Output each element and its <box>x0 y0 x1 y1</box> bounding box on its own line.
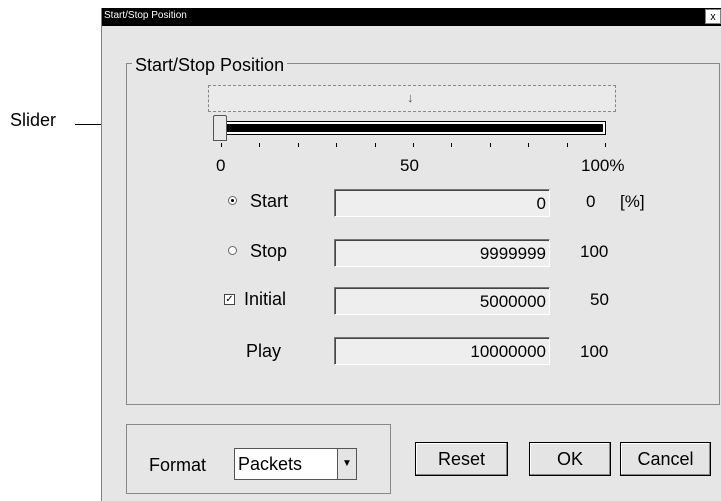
slider-tick <box>528 143 529 147</box>
window-title: Start/Stop Position <box>104 10 187 21</box>
dialog-window: Start/Stop Position x Start/Stop Positio… <box>101 8 721 501</box>
start-label: Start <box>250 191 289 211</box>
initial-label: Initial <box>244 289 287 309</box>
slider-callout-label: Slider <box>10 110 57 130</box>
initial-value-field[interactable]: 5000000 <box>334 287 550 315</box>
initial-checkbox[interactable]: ✓ <box>224 294 235 305</box>
scale-label-mid: 50 <box>400 156 419 175</box>
slider-tick <box>298 143 299 147</box>
slider-tick <box>259 143 260 147</box>
start-percent: 0 <box>586 192 596 211</box>
slider-tick <box>336 143 337 147</box>
scale-label-max: 100% <box>581 156 625 175</box>
format-label: Format <box>149 455 207 475</box>
ok-button[interactable]: OK <box>529 442 611 476</box>
play-percent: 100 <box>580 342 609 361</box>
close-icon[interactable]: x <box>705 9 721 24</box>
slider-tick <box>375 143 376 147</box>
cancel-button[interactable]: Cancel <box>620 442 711 476</box>
stop-value-field[interactable]: 9999999 <box>334 239 550 267</box>
scale-label-min: 0 <box>216 156 226 175</box>
slider-thumb[interactable] <box>213 115 227 141</box>
play-label: Play <box>246 341 282 361</box>
stop-radio[interactable] <box>228 246 237 255</box>
slider-track[interactable] <box>221 122 605 134</box>
slider-tick <box>567 143 568 147</box>
group-legend: Start/Stop Position <box>132 55 288 76</box>
percent-unit: [%] <box>620 192 645 211</box>
start-value-field[interactable]: 0 <box>334 189 550 217</box>
stop-label: Stop <box>250 241 288 261</box>
reset-button[interactable]: Reset <box>415 442 508 476</box>
down-arrow-icon: ↓ <box>407 90 414 105</box>
slider-tick <box>605 143 606 147</box>
slider-tick <box>490 143 491 147</box>
slider-drop-zone: ↓ <box>208 85 616 112</box>
format-select[interactable]: Packets ▼ <box>234 448 357 480</box>
title-bar: Start/Stop Position x <box>102 8 721 26</box>
format-selected-value: Packets <box>238 454 303 474</box>
play-value-field: 10000000 <box>334 337 550 365</box>
slider-tick <box>221 143 222 147</box>
stop-percent: 100 <box>580 242 609 261</box>
slider-tick <box>451 143 452 147</box>
dropdown-arrow-icon[interactable]: ▼ <box>337 449 356 479</box>
start-radio[interactable] <box>228 196 237 205</box>
initial-percent: 50 <box>590 290 609 309</box>
slider-tick <box>413 143 414 147</box>
